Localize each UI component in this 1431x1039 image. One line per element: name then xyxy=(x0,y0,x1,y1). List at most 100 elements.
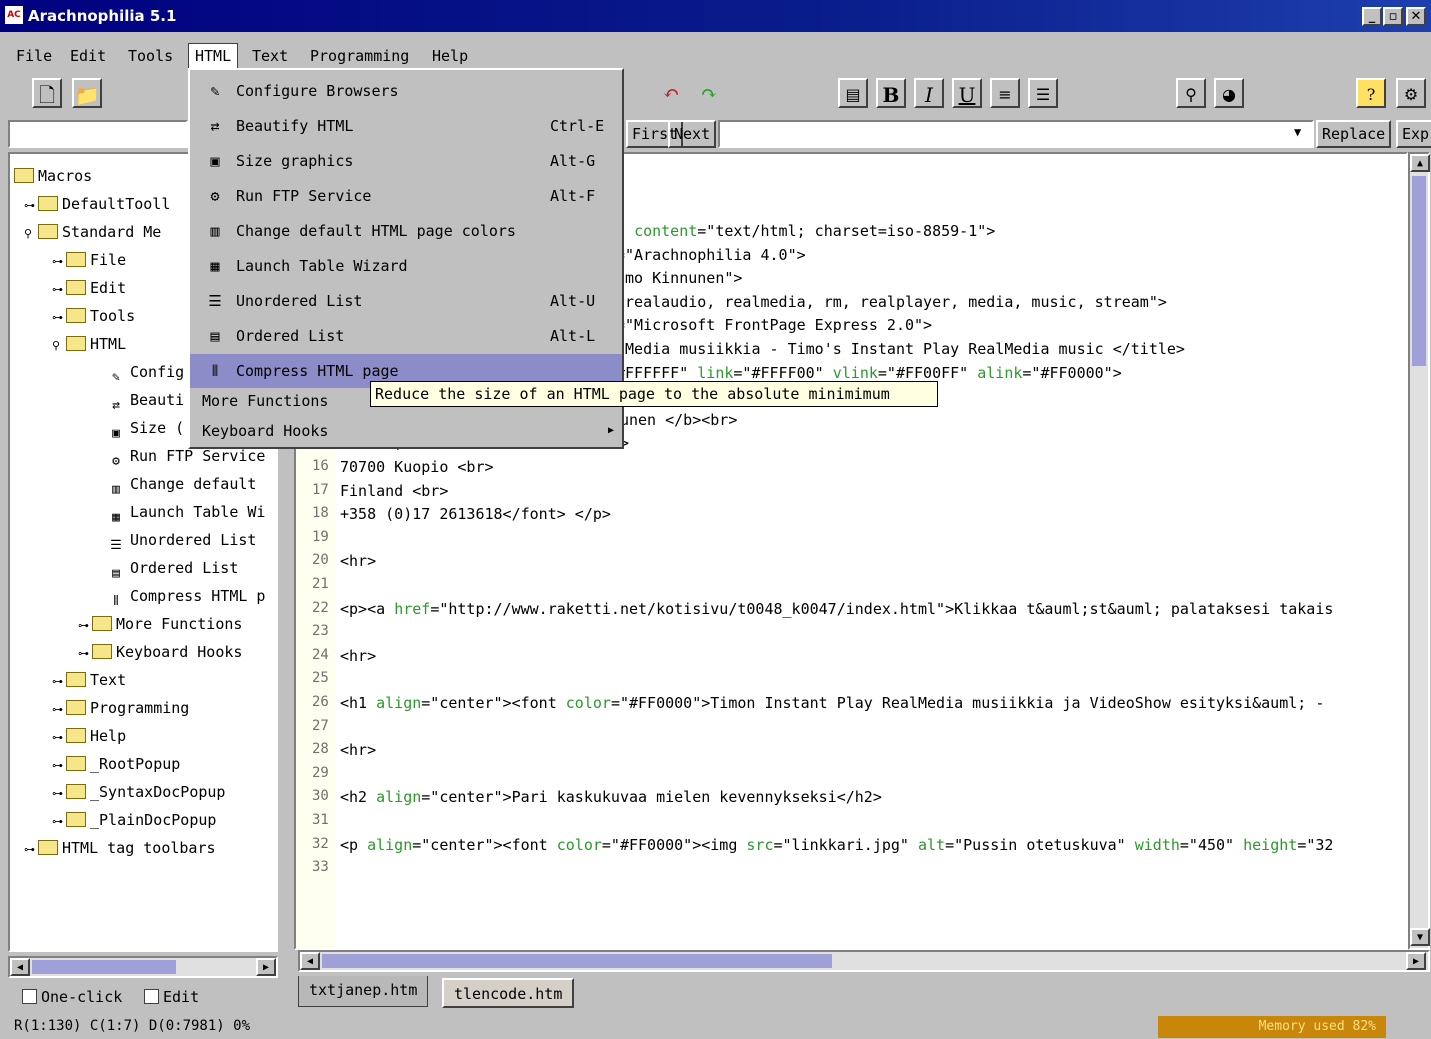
tree-item[interactable]: ⇄ Beauti xyxy=(106,388,184,413)
code-line[interactable]: <hr> xyxy=(340,647,376,665)
underline-icon[interactable]: U xyxy=(952,78,982,108)
replace-input[interactable] xyxy=(718,120,1314,148)
tree-item[interactable]: ⊶ _RootPopup xyxy=(52,752,180,776)
color-palette-icon[interactable]: ◕ xyxy=(1214,78,1244,108)
code-line[interactable]: <h2 align="center">Pari kaskukuvaa miele… xyxy=(340,788,882,806)
tree-item[interactable]: ⫴ Compress HTML p xyxy=(106,584,265,609)
expand-icon[interactable]: ⊶ xyxy=(24,194,38,218)
tree-item[interactable]: ⊶ More Functions xyxy=(78,612,242,636)
help-icon[interactable]: ? xyxy=(1356,78,1386,108)
code-line[interactable]: ="Arachnophilia 4.0"> xyxy=(616,246,806,264)
code-line[interactable]: <hr> xyxy=(340,552,376,570)
tree-item[interactable]: ⊶ Keyboard Hooks xyxy=(78,640,242,664)
page-icon[interactable]: ▤ xyxy=(838,78,868,108)
scroll-left-icon[interactable]: ◀ xyxy=(300,952,320,970)
collapse-icon[interactable]: ⚲ xyxy=(24,222,38,246)
code-line[interactable]: Finland <br> xyxy=(340,482,448,500)
menu-file[interactable]: File xyxy=(10,44,58,68)
replace-button[interactable]: Replace xyxy=(1316,120,1392,148)
code-line[interactable]: <hr> xyxy=(340,741,376,759)
tab-tlencode[interactable]: tlencode.htm xyxy=(442,978,575,1008)
menu-item-table-wizard[interactable]: ▦ Launch Table Wizard xyxy=(190,249,622,283)
menu-item-change-colors[interactable]: ▥ Change default HTML page colors xyxy=(190,214,622,248)
scroll-thumb[interactable] xyxy=(1412,176,1426,366)
settings-icon[interactable]: ⚙ xyxy=(1396,78,1426,108)
expand-icon[interactable]: ⊶ xyxy=(52,782,66,806)
expand-icon[interactable]: ⊶ xyxy=(24,838,38,862)
menu-tools[interactable]: Tools xyxy=(122,44,179,68)
menu-programming[interactable]: Programming xyxy=(304,44,415,68)
tree-item[interactable]: ▥ Change default xyxy=(106,472,256,497)
tree-item[interactable]: ⊶ _PlainDocPopup xyxy=(52,808,216,832)
tree-item[interactable]: ⚲ Standard Me xyxy=(24,220,161,244)
menu-item-configure-browsers[interactable]: ✎ Configure Browsers xyxy=(190,74,622,108)
checkbox-icon[interactable] xyxy=(22,989,37,1004)
tree-item[interactable]: ⊶ Edit xyxy=(52,276,126,300)
scroll-thumb[interactable] xyxy=(32,960,176,974)
menu-item-size-graphics[interactable]: ▣ Size graphics Alt-G xyxy=(190,144,622,178)
expand-icon[interactable]: ⊶ xyxy=(78,642,92,666)
center-icon[interactable]: ≡ xyxy=(990,78,1020,108)
menu-item-run-ftp-service[interactable]: ⚙ Run FTP Service Alt-F xyxy=(190,179,622,213)
code-line[interactable]: +358 (0)17 2613618</font> </p> xyxy=(340,505,611,523)
expand-icon[interactable]: ⊶ xyxy=(52,306,66,330)
code-line[interactable]: #FFFFFF" link="#FFFF00" vlink="#FF00FF" … xyxy=(616,364,1122,382)
tab-txtjanep[interactable]: txtjanep.htm xyxy=(298,976,429,1007)
expand-icon[interactable]: ⊶ xyxy=(52,670,66,694)
code-line[interactable]: <p align="center"><font color="#FF0000">… xyxy=(340,836,1333,854)
tree-item[interactable]: ⊶ Programming xyxy=(52,696,189,720)
scroll-up-icon[interactable]: ▲ xyxy=(1410,154,1430,172)
tree-item[interactable]: ☰ Unordered List xyxy=(106,528,256,553)
scroll-right-icon[interactable]: ▶ xyxy=(256,958,276,976)
align-icon[interactable]: ☰ xyxy=(1028,78,1058,108)
open-folder-icon[interactable]: 📁 xyxy=(72,78,102,108)
checkbox-icon[interactable] xyxy=(144,989,159,1004)
tree-item[interactable]: ▦ Launch Table Wi xyxy=(106,500,265,525)
dropdown-arrow-icon[interactable]: ▼ xyxy=(1290,120,1305,148)
expand-icon[interactable]: ⊶ xyxy=(52,698,66,722)
code-line[interactable]: 70700 Kuopio <br> xyxy=(340,458,494,476)
expand-icon[interactable]: ⊶ xyxy=(52,278,66,302)
expand-icon[interactable]: ⊶ xyxy=(52,754,66,778)
minimize-icon[interactable]: _ xyxy=(1362,7,1382,26)
menu-item-ordered-list[interactable]: ▤ Ordered List Alt-L xyxy=(190,319,622,353)
scroll-left-icon[interactable]: ◀ xyxy=(10,958,30,976)
expand-icon[interactable]: ⊶ xyxy=(52,810,66,834)
bold-icon[interactable]: B xyxy=(876,78,906,108)
edit-checkbox[interactable]: Edit xyxy=(144,988,199,1006)
code-line[interactable]: <h1 align="center"><font color="#FF0000"… xyxy=(340,694,1324,712)
tree-item[interactable]: ⊶ Tools xyxy=(52,304,135,328)
scroll-down-icon[interactable]: ▼ xyxy=(1410,928,1430,946)
tree-item[interactable]: ⊶ _SyntaxDocPopup xyxy=(52,780,225,804)
tree-item[interactable]: ⊶ Help xyxy=(52,724,126,748)
tree-item-macros[interactable]: Macros xyxy=(14,164,92,188)
tree-item[interactable]: ▣ Size ( xyxy=(106,416,184,441)
search-input[interactable] xyxy=(8,120,188,148)
menu-help[interactable]: Help xyxy=(426,44,474,68)
code-line[interactable]: <p><a href="http://www.raketti.net/kotis… xyxy=(340,600,1333,618)
redo-icon[interactable]: ↷ xyxy=(694,78,724,108)
code-line[interactable]: ="Microsoft FrontPage Express 2.0"> xyxy=(616,316,932,334)
menu-text[interactable]: Text xyxy=(246,44,294,68)
editor-horizontal-scrollbar[interactable]: ◀ ▶ xyxy=(298,950,1430,972)
scroll-thumb[interactable] xyxy=(322,954,832,968)
one-click-checkbox[interactable]: One-click xyxy=(22,988,122,1006)
code-line[interactable]: " content="text/html; charset=iso-8859-1… xyxy=(616,222,995,240)
tree-item[interactable]: ✎ Config xyxy=(106,360,184,385)
maximize-icon[interactable]: ▫ xyxy=(1383,7,1403,26)
exp-button[interactable]: Exp xyxy=(1396,120,1431,148)
expand-icon[interactable]: ⊶ xyxy=(52,250,66,274)
tree-item[interactable]: ⚲ HTML xyxy=(52,332,126,356)
tree-item[interactable]: ⊶ Text xyxy=(52,668,126,692)
new-document-icon[interactable]: 🗋 xyxy=(32,78,62,108)
code-line[interactable]: "realaudio, realmedia, rm, realplayer, m… xyxy=(616,293,1167,311)
undo-icon[interactable]: ↶ xyxy=(656,78,686,108)
tree-horizontal-scrollbar[interactable]: ◀ ▶ xyxy=(8,956,278,978)
menu-item-beautify-html[interactable]: ⇄ Beautify HTML Ctrl-E xyxy=(190,109,622,143)
italic-icon[interactable]: I xyxy=(914,78,944,108)
scroll-right-icon[interactable]: ▶ xyxy=(1406,952,1426,970)
tree-item[interactable]: ⊶ HTML tag toolbars xyxy=(24,836,216,860)
tree-item[interactable]: ▤ Ordered List xyxy=(106,556,238,581)
code-line[interactable]: lMedia musiikkia - Timo's Instant Play R… xyxy=(616,340,1185,358)
expand-icon[interactable]: ⊶ xyxy=(78,614,92,638)
